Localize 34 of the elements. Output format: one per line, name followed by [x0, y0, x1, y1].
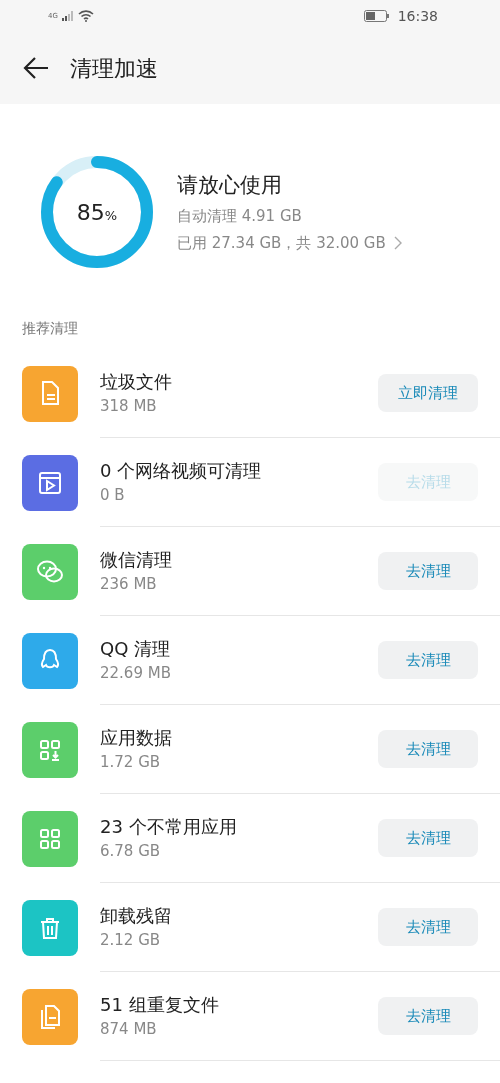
item-title: 垃圾文件 [100, 370, 173, 395]
item-size: 2.12 GB [100, 930, 162, 952]
item-title: 应用数据 [100, 726, 173, 751]
clean-button[interactable]: 去清理 [378, 641, 478, 679]
item-size: 1.72 GB [100, 752, 162, 774]
item-title: 51 组重复文件 [100, 993, 220, 1018]
wifi-icon [77, 10, 94, 22]
item-size: 318 MB [100, 396, 158, 418]
clean-button[interactable]: 去清理 [378, 552, 478, 590]
section-title: 推荐清理 [21, 319, 79, 338]
clock-time: 16:38 [397, 6, 438, 26]
page-title: 清理加速 [70, 54, 158, 83]
item-title: 微信清理 [100, 548, 173, 573]
status-headline: 请放心使用 [177, 171, 283, 199]
back-arrow-icon[interactable] [22, 56, 50, 80]
item-title: 卸载残留 [100, 904, 173, 929]
auto-clean-text: 自动清理 4.91 GB [177, 206, 303, 228]
item-title: 23 个不常用应用 [100, 815, 238, 840]
item-title: QQ 清理 [100, 637, 172, 662]
item-title: 0 个网络视频可清理 [100, 459, 263, 484]
usage-percent: 85% [76, 198, 118, 227]
item-size: 6.78 GB [100, 841, 162, 863]
item-size: 236 MB [100, 574, 158, 596]
clean-button[interactable]: 立即清理 [378, 374, 478, 412]
battery-icon [363, 10, 390, 22]
storage-usage-link[interactable]: 已用 27.34 GB，共 32.00 GB [177, 231, 386, 255]
clean-button[interactable]: 去清理 [378, 908, 478, 946]
clean-button[interactable]: 去清理 [378, 730, 478, 768]
clean-button[interactable]: 去清理 [378, 819, 478, 857]
item-size: 0 B [100, 485, 126, 507]
item-size: 874 MB [100, 1019, 158, 1041]
clean-button[interactable]: 去清理 [378, 997, 478, 1035]
item-size: 22.69 MB [100, 663, 172, 685]
signal-icon [61, 11, 74, 21]
